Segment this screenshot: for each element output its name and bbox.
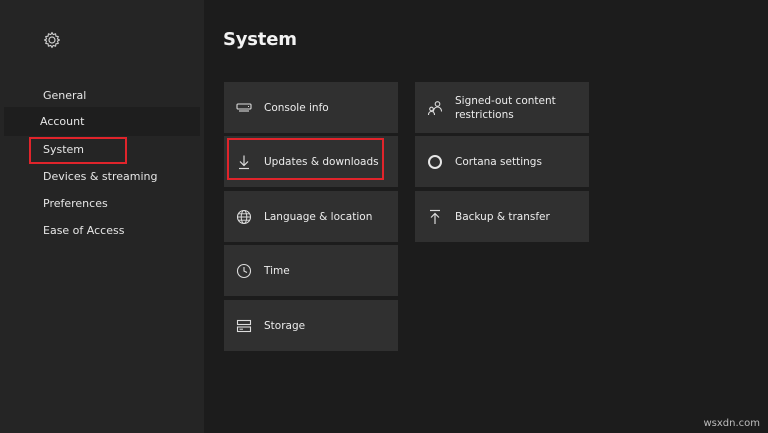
sidebar-item-system[interactable]: System <box>43 143 84 156</box>
tile-label: Backup & transfer <box>455 210 550 223</box>
tile-label: Cortana settings <box>455 155 542 168</box>
tile-label: Language & location <box>264 210 373 223</box>
sidebar-item-label: Account <box>40 115 85 128</box>
tile-label: Storage <box>264 319 306 332</box>
cortana-circle-icon <box>427 154 443 170</box>
tile-console-info[interactable]: Console info <box>224 82 398 133</box>
upload-arrow-icon <box>427 209 443 225</box>
sidebar-item-ease-of-access[interactable]: Ease of Access <box>43 224 124 237</box>
console-icon <box>236 100 252 116</box>
tile-storage[interactable]: Storage <box>224 300 398 351</box>
watermark-text: wsxdn.com <box>703 418 760 429</box>
sidebar-item-devices-streaming[interactable]: Devices & streaming <box>43 170 157 183</box>
tile-backup-transfer[interactable]: Backup & transfer <box>415 191 589 242</box>
tile-label: Signed-out content restrictions <box>455 94 556 121</box>
page-title: System <box>223 29 297 50</box>
storage-icon <box>236 318 252 334</box>
tile-language-location[interactable]: Language & location <box>224 191 398 242</box>
tile-signed-out-content-restrictions[interactable]: Signed-out content restrictions <box>415 82 589 133</box>
tile-label: Console info <box>264 101 329 114</box>
tile-cortana-settings[interactable]: Cortana settings <box>415 136 589 187</box>
tile-updates-downloads[interactable]: Updates & downloads <box>224 136 398 187</box>
download-arrow-icon <box>236 154 252 170</box>
sidebar-item-general[interactable]: General <box>43 89 86 102</box>
clock-icon <box>236 263 252 279</box>
tile-label: Time <box>264 264 290 277</box>
tile-label: Updates & downloads <box>264 155 379 168</box>
gear-icon <box>42 30 62 50</box>
sidebar-item-account[interactable]: Account <box>4 107 200 136</box>
tile-time[interactable]: Time <box>224 245 398 296</box>
family-icon <box>427 100 443 116</box>
settings-sidebar: General Account System Devices & streami… <box>0 0 204 433</box>
globe-icon <box>236 209 252 225</box>
sidebar-item-preferences[interactable]: Preferences <box>43 197 108 210</box>
